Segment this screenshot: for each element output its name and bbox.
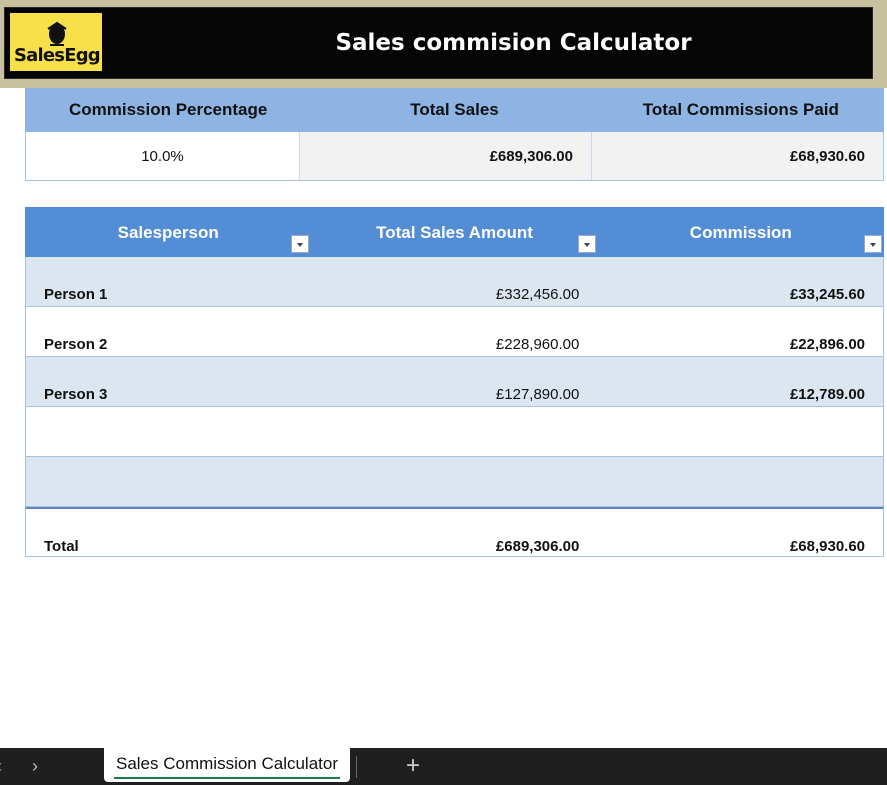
egg-logo-icon xyxy=(47,21,67,46)
table-row xyxy=(25,407,884,457)
page-title: Sales commision Calculator xyxy=(335,30,692,56)
active-tab-underline xyxy=(114,777,340,779)
sales-amount-cell[interactable] xyxy=(312,407,598,456)
commission-cell[interactable] xyxy=(597,457,883,506)
sales-amount-cell[interactable]: £332,456.00 xyxy=(312,257,598,306)
total-commissions-cell[interactable]: £68,930.60 xyxy=(591,132,883,180)
salesperson-cell[interactable]: Person 1 xyxy=(26,257,312,306)
total-commission-cell[interactable]: £68,930.60 xyxy=(597,509,883,556)
salesperson-cell[interactable] xyxy=(26,407,312,456)
table-header-row: Salesperson Total Sales Amount Commissio… xyxy=(25,207,884,257)
summary-table: Commission Percentage Total Sales Total … xyxy=(25,88,884,181)
salesegg-logo: SalesEgg xyxy=(10,13,102,71)
table-row: Person 3 £127,890.00 £12,789.00 xyxy=(25,357,884,407)
table-row xyxy=(25,457,884,507)
sheet-tab-label: Sales Commission Calculator xyxy=(115,754,339,773)
commission-cell[interactable]: £22,896.00 xyxy=(597,307,883,356)
filter-dropdown-icon[interactable] xyxy=(863,235,882,253)
header-frame: SalesEgg Sales commision Calculator xyxy=(0,0,887,88)
salesperson-cell[interactable] xyxy=(26,457,312,506)
filter-dropdown-icon[interactable] xyxy=(577,235,596,253)
sales-amount-cell[interactable]: £228,960.00 xyxy=(312,307,598,356)
header-banner: SalesEgg Sales commision Calculator xyxy=(4,7,873,79)
sheet-tab-bar: ‹ › Sales Commission Calculator + xyxy=(0,748,887,785)
header-commission[interactable]: Commission xyxy=(598,207,884,257)
header-salesperson-label: Salesperson xyxy=(117,223,219,242)
summary-values-row: 10.0% £689,306.00 £68,930.60 xyxy=(25,132,884,181)
header-salesperson[interactable]: Salesperson xyxy=(25,207,311,257)
header-commission-label: Commission xyxy=(689,223,792,242)
salesperson-table: Salesperson Total Sales Amount Commissio… xyxy=(25,207,884,557)
sales-amount-cell[interactable] xyxy=(312,457,598,506)
summary-header-total-commissions[interactable]: Total Commissions Paid xyxy=(598,88,884,132)
total-sales-amount-cell[interactable]: £689,306.00 xyxy=(312,509,598,556)
chevron-right-icon[interactable]: › xyxy=(32,755,38,777)
summary-header-total-sales[interactable]: Total Sales xyxy=(311,88,597,132)
header-total-sales-amount-label: Total Sales Amount xyxy=(376,223,533,242)
table-row: Person 2 £228,960.00 £22,896.00 xyxy=(25,307,884,357)
summary-header-row: Commission Percentage Total Sales Total … xyxy=(25,88,884,132)
total-sales-cell[interactable]: £689,306.00 xyxy=(299,132,591,180)
table-row: Person 1 £332,456.00 £33,245.60 xyxy=(25,257,884,307)
total-row: Total £689,306.00 £68,930.60 xyxy=(25,507,884,557)
total-label-cell[interactable]: Total xyxy=(26,509,312,556)
commission-cell[interactable]: £12,789.00 xyxy=(597,357,883,406)
sheet-tab-sales-commission-calculator[interactable]: Sales Commission Calculator xyxy=(104,748,350,782)
add-sheet-icon[interactable]: + xyxy=(406,752,420,780)
commission-cell[interactable] xyxy=(597,407,883,456)
commission-percentage-cell[interactable]: 10.0% xyxy=(26,132,299,180)
header-total-sales-amount[interactable]: Total Sales Amount xyxy=(311,207,597,257)
commission-cell[interactable]: £33,245.60 xyxy=(597,257,883,306)
summary-header-commission-percentage[interactable]: Commission Percentage xyxy=(25,88,311,132)
logo-text: SalesEgg xyxy=(14,45,101,66)
sales-amount-cell[interactable]: £127,890.00 xyxy=(312,357,598,406)
salesperson-cell[interactable]: Person 2 xyxy=(26,307,312,356)
tab-separator xyxy=(356,756,357,778)
filter-dropdown-icon[interactable] xyxy=(291,235,310,253)
chevron-left-icon[interactable]: ‹ xyxy=(0,755,2,777)
salesperson-cell[interactable]: Person 3 xyxy=(26,357,312,406)
